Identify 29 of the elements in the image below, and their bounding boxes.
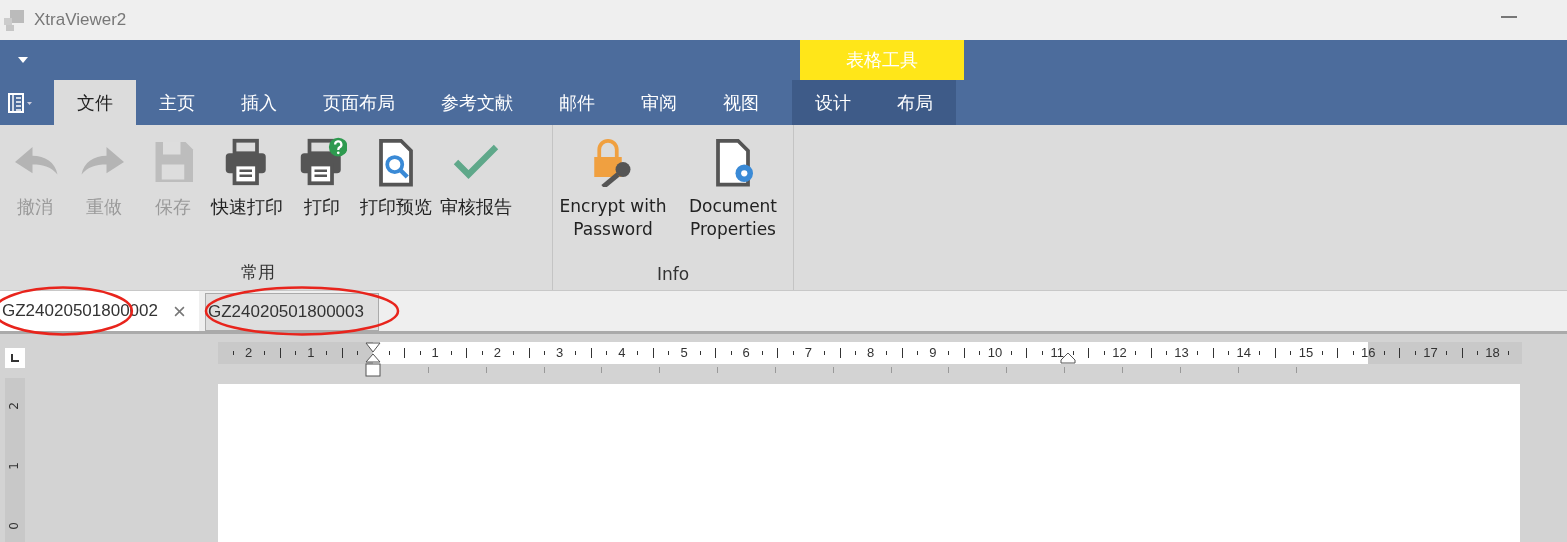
- encrypt-button[interactable]: Encrypt with Password: [553, 137, 673, 264]
- app-menu-icon[interactable]: [8, 93, 34, 113]
- app-logo-icon: [2, 8, 26, 32]
- properties-button[interactable]: Document Properties: [673, 137, 793, 264]
- ribbon-tab[interactable]: 文件: [54, 80, 136, 125]
- tab-stop-icon[interactable]: [5, 348, 25, 368]
- group-label: 常用: [240, 261, 276, 284]
- check-button[interactable]: 审核报告: [436, 137, 516, 261]
- ribbon-tab[interactable]: 审阅: [618, 80, 700, 125]
- close-icon[interactable]: [174, 305, 185, 317]
- group-label: Info: [655, 264, 691, 286]
- window-title: XtraViewer2: [34, 10, 127, 30]
- print-button[interactable]: 打印: [287, 137, 356, 261]
- quickprint-button[interactable]: 快速打印: [207, 137, 287, 261]
- vertical-ruler: 2 1 0: [5, 378, 25, 542]
- ribbon-tab[interactable]: 插入: [218, 80, 300, 125]
- document-tab[interactable]: GZ24020501800003: [205, 293, 379, 331]
- dropdown-caret-icon[interactable]: [18, 57, 28, 63]
- ribbon-tab[interactable]: 参考文献: [418, 80, 536, 125]
- horizontal-ruler: 2 1 1 2 3 4 5 6 7 8 9 10 11 12 13 14 15 16 17 18: [218, 342, 1522, 378]
- indent-marker-icon[interactable]: [365, 342, 381, 378]
- preview-button[interactable]: 打印预览: [356, 137, 436, 261]
- contextual-tab-header: 表格工具: [800, 40, 964, 80]
- ribbon-tab[interactable]: 主页: [136, 80, 218, 125]
- ribbon-tab[interactable]: 邮件: [536, 80, 618, 125]
- ribbon-tab[interactable]: 布局: [874, 80, 956, 125]
- ribbon-tab[interactable]: 页面布局: [300, 80, 418, 125]
- ribbon-tab[interactable]: 视图: [700, 80, 782, 125]
- ribbon-tab[interactable]: 设计: [792, 80, 874, 125]
